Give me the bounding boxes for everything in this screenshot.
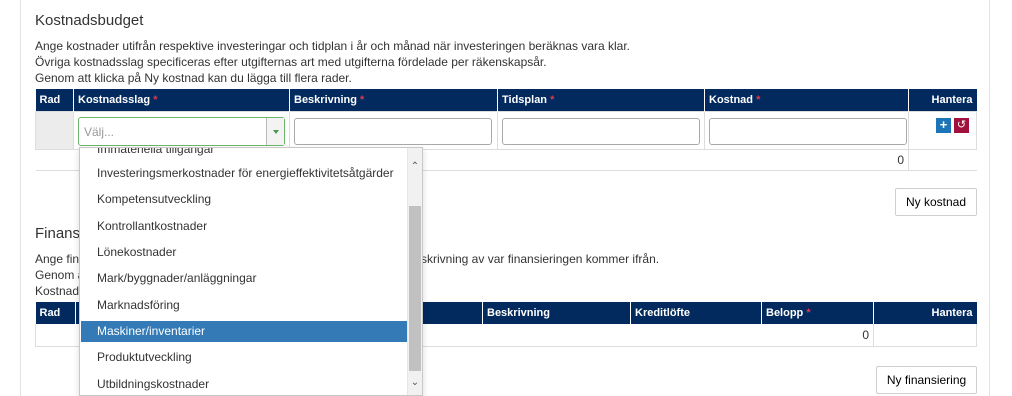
required-mark: * xyxy=(806,307,811,319)
row-number-cell xyxy=(35,110,74,150)
col-hantera: Hantera xyxy=(908,89,977,111)
required-mark: * xyxy=(550,93,555,106)
budget-title: Kostnadsbudget xyxy=(35,12,144,29)
dropdown-scrollbar[interactable]: ⌃ ⌄ xyxy=(407,148,422,395)
budget-intro: Ange kostnader utifrån respektive invest… xyxy=(35,38,630,86)
col-belopp: Belopp * xyxy=(761,302,874,324)
col-beskrivning: Beskrivning * xyxy=(289,89,498,111)
ny-kostnad-button[interactable]: Ny kostnad xyxy=(895,188,977,216)
dropdown-option[interactable]: Kontrollantkostnader xyxy=(81,216,408,237)
col-beskrivning: Beskrivning xyxy=(482,302,631,324)
budget-intro-line: Övriga kostnadsslag specificeras efter u… xyxy=(35,55,547,69)
dropdown-option[interactable]: Produktutveckling xyxy=(81,347,408,368)
budget-intro-line: Ange kostnader utifrån respektive invest… xyxy=(35,39,631,53)
select-placeholder: Välj... xyxy=(84,125,115,139)
chevron-down-icon[interactable] xyxy=(266,118,284,145)
dropdown-option[interactable]: Mark/byggnader/anläggningar xyxy=(81,268,408,289)
col-rad: Rad xyxy=(35,302,76,324)
kostnad-input[interactable] xyxy=(709,118,907,145)
required-mark: * xyxy=(756,93,761,106)
scrollbar-thumb[interactable] xyxy=(409,206,421,371)
dropdown-option[interactable]: Immateriella tillgångar xyxy=(81,148,408,160)
dropdown-option[interactable]: Marknadsföring xyxy=(81,295,408,316)
beskrivning-input[interactable] xyxy=(294,118,492,145)
dropdown-option[interactable]: Utbildningskostnader xyxy=(81,374,408,395)
dropdown-option[interactable]: Kompetensutveckling xyxy=(81,189,408,210)
scroll-down-icon[interactable]: ⌄ xyxy=(408,376,422,390)
financing-title: Finans xyxy=(35,225,81,242)
kostnadsslag-dropdown[interactable]: Immateriella tillgångar Investeringsmerk… xyxy=(79,147,423,396)
scroll-up-icon[interactable]: ⌃ xyxy=(408,160,422,174)
col-kostnad: Kostnad * xyxy=(704,89,909,111)
dropdown-option[interactable]: Lönekostnader xyxy=(81,242,408,263)
col-kreditlofte: Kreditlöfte xyxy=(630,302,762,324)
col-hantera: Hantera xyxy=(873,302,977,324)
required-mark: * xyxy=(153,93,158,106)
add-row-button[interactable]: + xyxy=(936,118,951,133)
required-mark: * xyxy=(360,93,365,106)
col-tidsplan: Tidsplan * xyxy=(497,89,705,111)
budget-header-row: Rad Kostnadsslag * Beskrivning * Tidspla… xyxy=(35,89,977,111)
budget-total: 0 xyxy=(704,149,909,171)
financing-total: 0 xyxy=(761,324,874,347)
dropdown-option[interactable]: Investeringsmerkostnader för energieffek… xyxy=(81,163,408,184)
dropdown-option-highlighted[interactable]: Maskiner/inventarier xyxy=(81,321,408,342)
budget-intro-line: Genom att klicka på Ny kostnad kan du lä… xyxy=(35,71,352,85)
col-rad: Rad xyxy=(35,89,74,111)
undo-icon[interactable]: ↺ xyxy=(954,118,969,133)
tidsplan-input[interactable] xyxy=(502,118,700,145)
kostnadsslag-select[interactable]: Välj... xyxy=(78,117,285,146)
financing-intro-tail: skrivning av var finansieringen kommer i… xyxy=(421,252,660,266)
col-kostnadsslag: Kostnadsslag * xyxy=(73,89,290,111)
ny-finansiering-button[interactable]: Ny finansiering xyxy=(876,366,977,394)
